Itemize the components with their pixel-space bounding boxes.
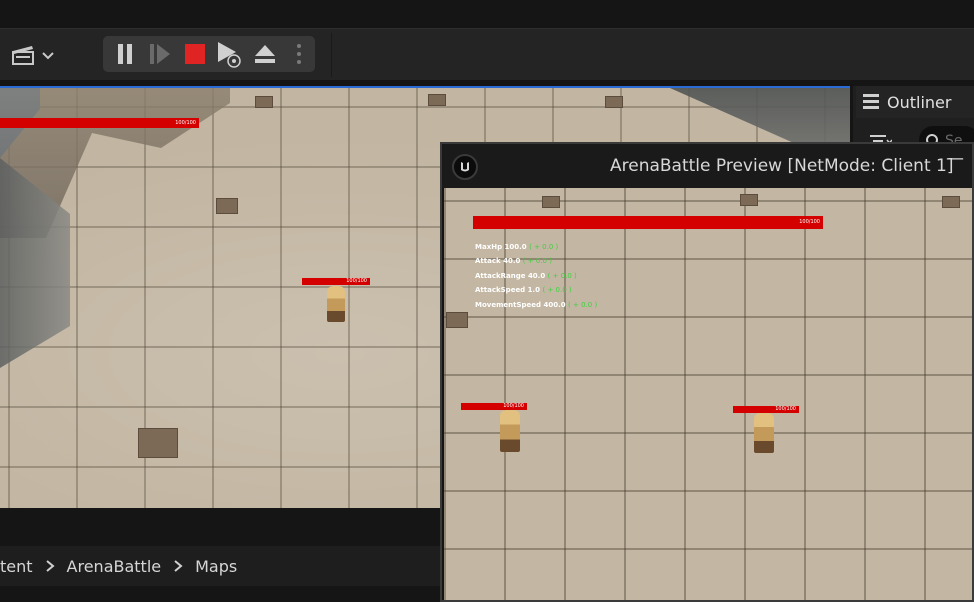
floor-crate	[605, 96, 623, 108]
breadcrumb-item[interactable]: tent	[0, 557, 45, 576]
window-title-bar[interactable]: ArenaBattle Preview [NetMode: Client 1] …	[442, 144, 972, 188]
floor-crate	[542, 196, 560, 208]
stat-panel: MaxHp 100.0 ( + 0.0 ) Attack 40.0 ( + 0.…	[475, 240, 597, 312]
resume-icon	[150, 44, 170, 64]
stat-row: MaxHp 100.0 ( + 0.0 )	[475, 243, 559, 251]
chevron-right-icon[interactable]	[173, 559, 183, 573]
character-health-bar: 100/100	[461, 403, 527, 410]
play-controls	[103, 36, 315, 72]
floor-crate	[740, 194, 758, 206]
level-toolbar	[0, 28, 974, 80]
play-options-button[interactable]	[283, 36, 315, 72]
unreal-logo-icon	[452, 154, 478, 180]
npc-health-bar: 100/100	[302, 278, 370, 285]
floor-crate	[216, 198, 238, 214]
pie-viewport[interactable]: 100/100 MaxHp 100.0 ( + 0.0 ) Attack 40.…	[444, 188, 972, 600]
player-health-bar: 100/100	[473, 216, 823, 229]
floor-crate	[446, 312, 468, 328]
menu-bar	[0, 0, 974, 28]
character[interactable]	[754, 413, 774, 453]
character[interactable]	[327, 286, 345, 322]
chevron-down-icon	[42, 52, 54, 60]
stop-button[interactable]	[178, 36, 212, 72]
pie-preview-window: ArenaBattle Preview [NetMode: Client 1] …	[440, 142, 974, 602]
floor-crate	[942, 196, 960, 208]
stat-row: Attack 40.0 ( + 0.0 )	[475, 257, 552, 266]
breadcrumb-item[interactable]: ArenaBattle	[55, 557, 174, 576]
possess-button[interactable]	[212, 36, 246, 72]
breadcrumb-item[interactable]: Maps	[183, 557, 249, 576]
chevron-right-icon[interactable]	[45, 559, 55, 573]
floor-crate	[255, 96, 273, 108]
kebab-menu-icon	[297, 44, 301, 64]
health-text: 100/100	[175, 120, 196, 126]
pause-icon	[118, 44, 132, 64]
character-health-bar: 100/100	[733, 406, 799, 413]
editor-root: 100/100 100/100 Outliner Se tent ArenaBa…	[0, 0, 974, 602]
outliner-title: Outliner	[887, 92, 952, 112]
content-browser: tent ArenaBattle Maps	[0, 508, 442, 602]
character[interactable]	[500, 410, 520, 452]
stat-row: MovementSpeed 400.0 ( + 0.0 )	[475, 300, 598, 309]
eject-icon	[255, 45, 275, 63]
possess-eject-icon	[218, 42, 241, 68]
resume-button[interactable]	[143, 36, 177, 72]
health-text: 100/100	[775, 406, 796, 412]
health-text: 100/100	[799, 219, 820, 225]
player-health-bar: 100/100	[0, 118, 199, 128]
window-title: ArenaBattle Preview [NetMode: Client 1]	[610, 156, 954, 176]
floor-crate	[428, 94, 446, 106]
minimize-button[interactable]: —	[946, 148, 964, 169]
outliner-icon	[863, 94, 879, 109]
toolbar-divider	[331, 33, 332, 77]
stat-row: AttackSpeed 1.0 ( + 0.0 )	[475, 286, 572, 295]
cinematics-button[interactable]	[10, 41, 60, 69]
stat-row: AttackRange 40.0 ( + 0.0 )	[475, 271, 577, 280]
stop-icon	[185, 44, 205, 64]
outliner-tab[interactable]: Outliner	[856, 86, 974, 118]
breadcrumb: tent ArenaBattle Maps	[0, 546, 442, 586]
pause-button[interactable]	[108, 36, 142, 72]
eject-button[interactable]	[248, 36, 282, 72]
health-text: 100/100	[346, 278, 367, 284]
health-text: 100/100	[503, 403, 524, 409]
floor-crate	[138, 428, 178, 458]
clapperboard-icon	[12, 46, 34, 65]
